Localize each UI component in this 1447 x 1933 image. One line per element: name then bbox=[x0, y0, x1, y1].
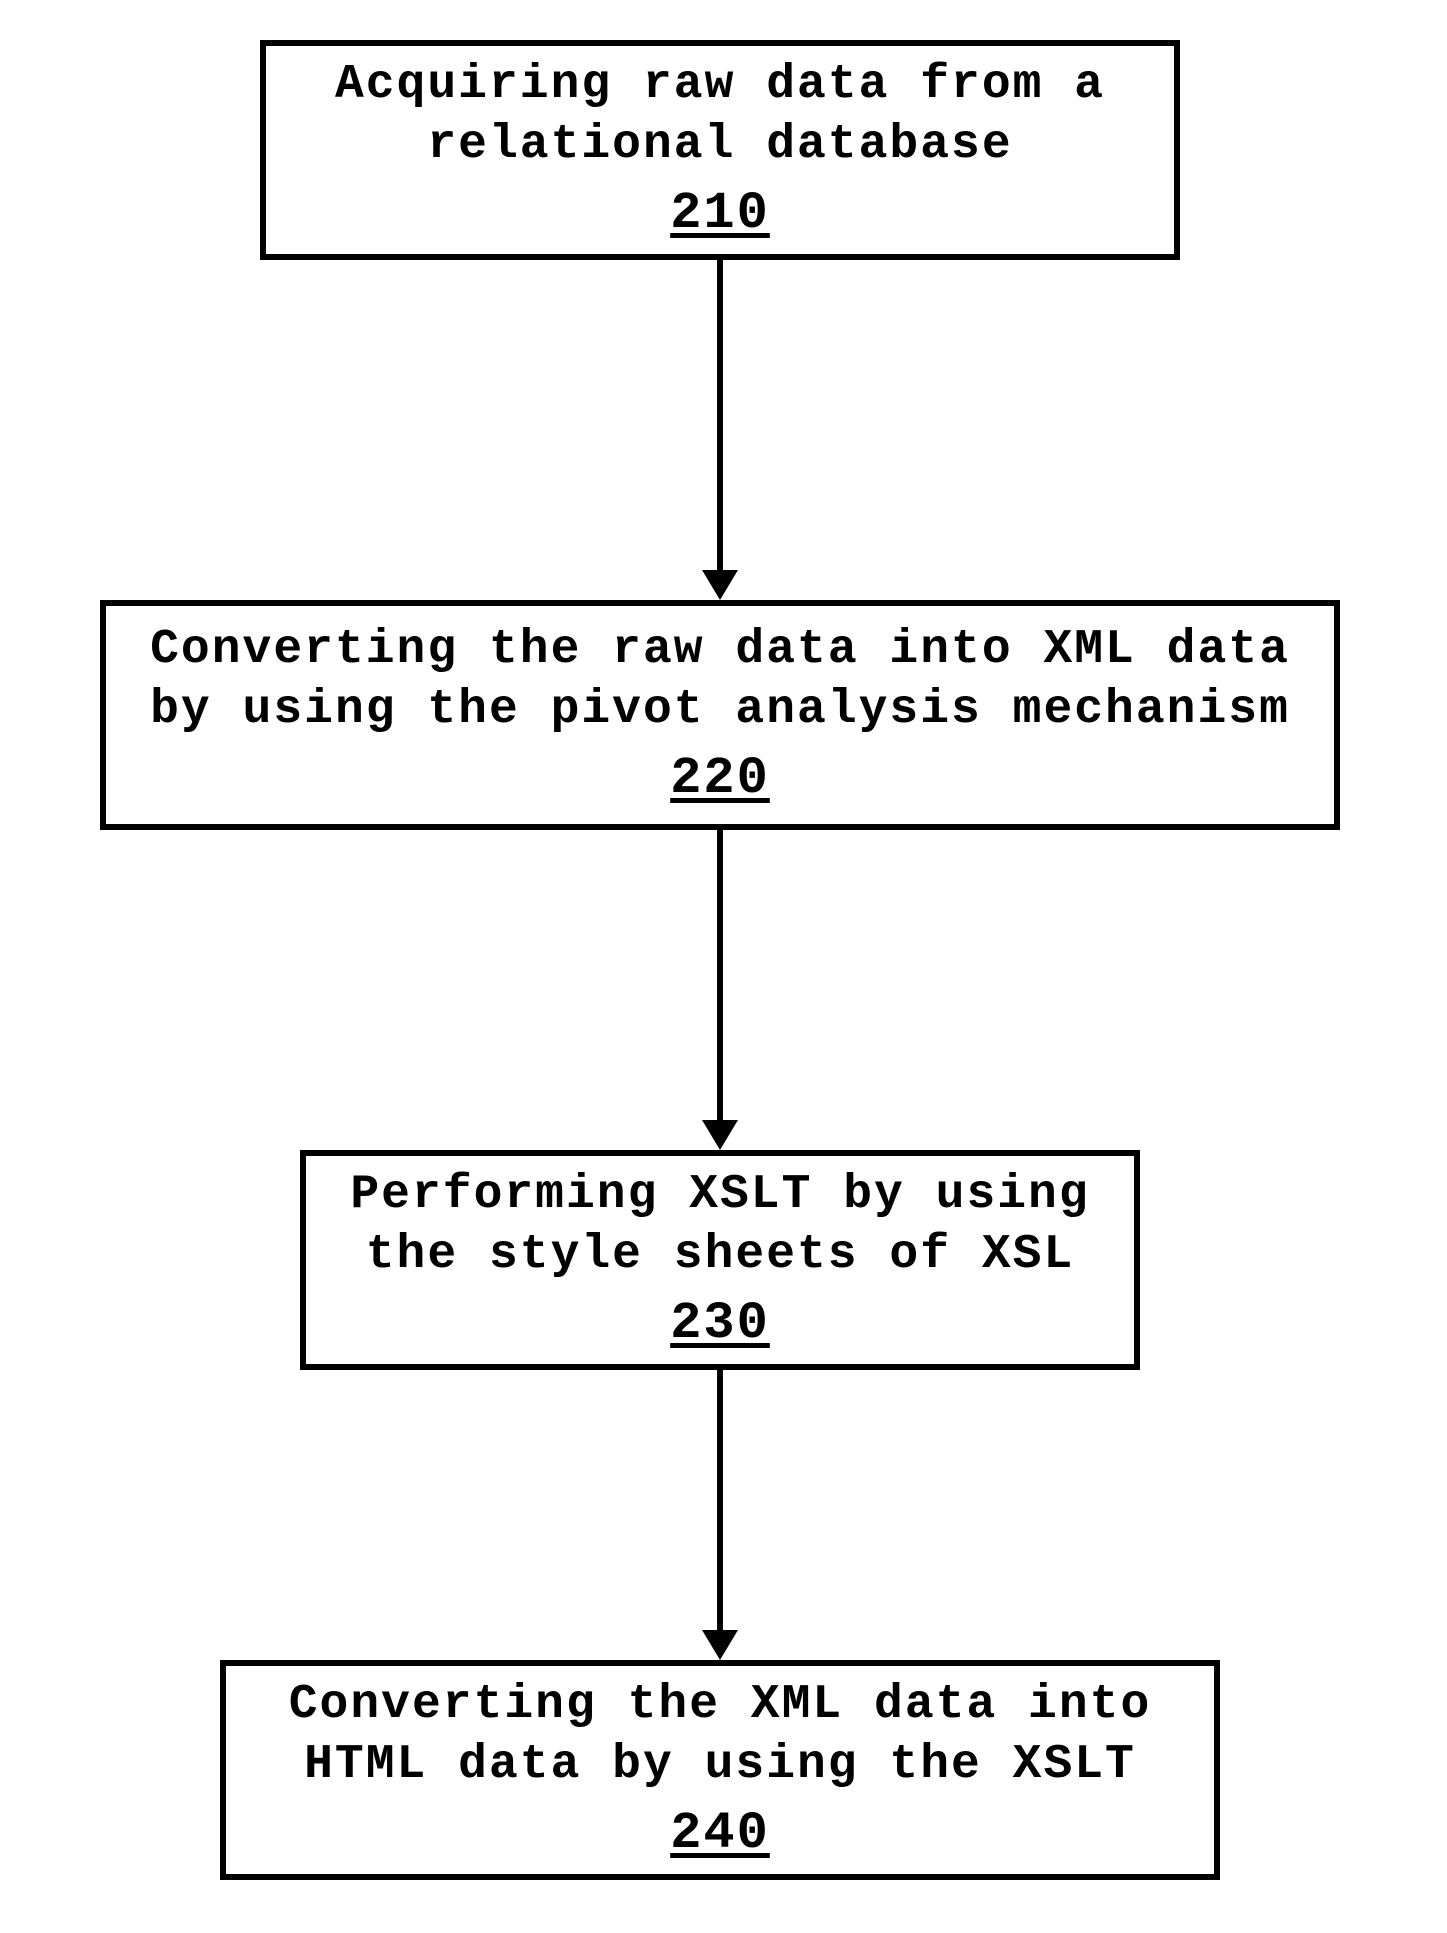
arrow-head-icon bbox=[702, 1630, 738, 1660]
arrow-head-icon bbox=[702, 570, 738, 600]
step-240-box: Converting the XML data into HTML data b… bbox=[220, 1660, 1220, 1880]
arrow-shaft bbox=[717, 830, 723, 1120]
step-240-number: 240 bbox=[670, 1801, 770, 1866]
arrow-shaft bbox=[717, 260, 723, 570]
step-210-box: Acquiring raw data from a relational dat… bbox=[260, 40, 1180, 260]
step-230-text: Performing XSLT by using the style sheet… bbox=[350, 1165, 1089, 1285]
step-210-text: Acquiring raw data from a relational dat… bbox=[335, 55, 1105, 175]
step-220-text: Converting the raw data into XML data by… bbox=[150, 620, 1290, 740]
step-240-text: Converting the XML data into HTML data b… bbox=[289, 1675, 1152, 1795]
step-230-box: Performing XSLT by using the style sheet… bbox=[300, 1150, 1140, 1370]
step-220-number: 220 bbox=[670, 746, 770, 811]
arrow-shaft bbox=[717, 1370, 723, 1630]
step-230-number: 230 bbox=[670, 1291, 770, 1356]
step-210-number: 210 bbox=[670, 181, 770, 246]
step-220-box: Converting the raw data into XML data by… bbox=[100, 600, 1340, 830]
flowchart-canvas: Acquiring raw data from a relational dat… bbox=[0, 0, 1447, 1933]
arrow-head-icon bbox=[702, 1120, 738, 1150]
